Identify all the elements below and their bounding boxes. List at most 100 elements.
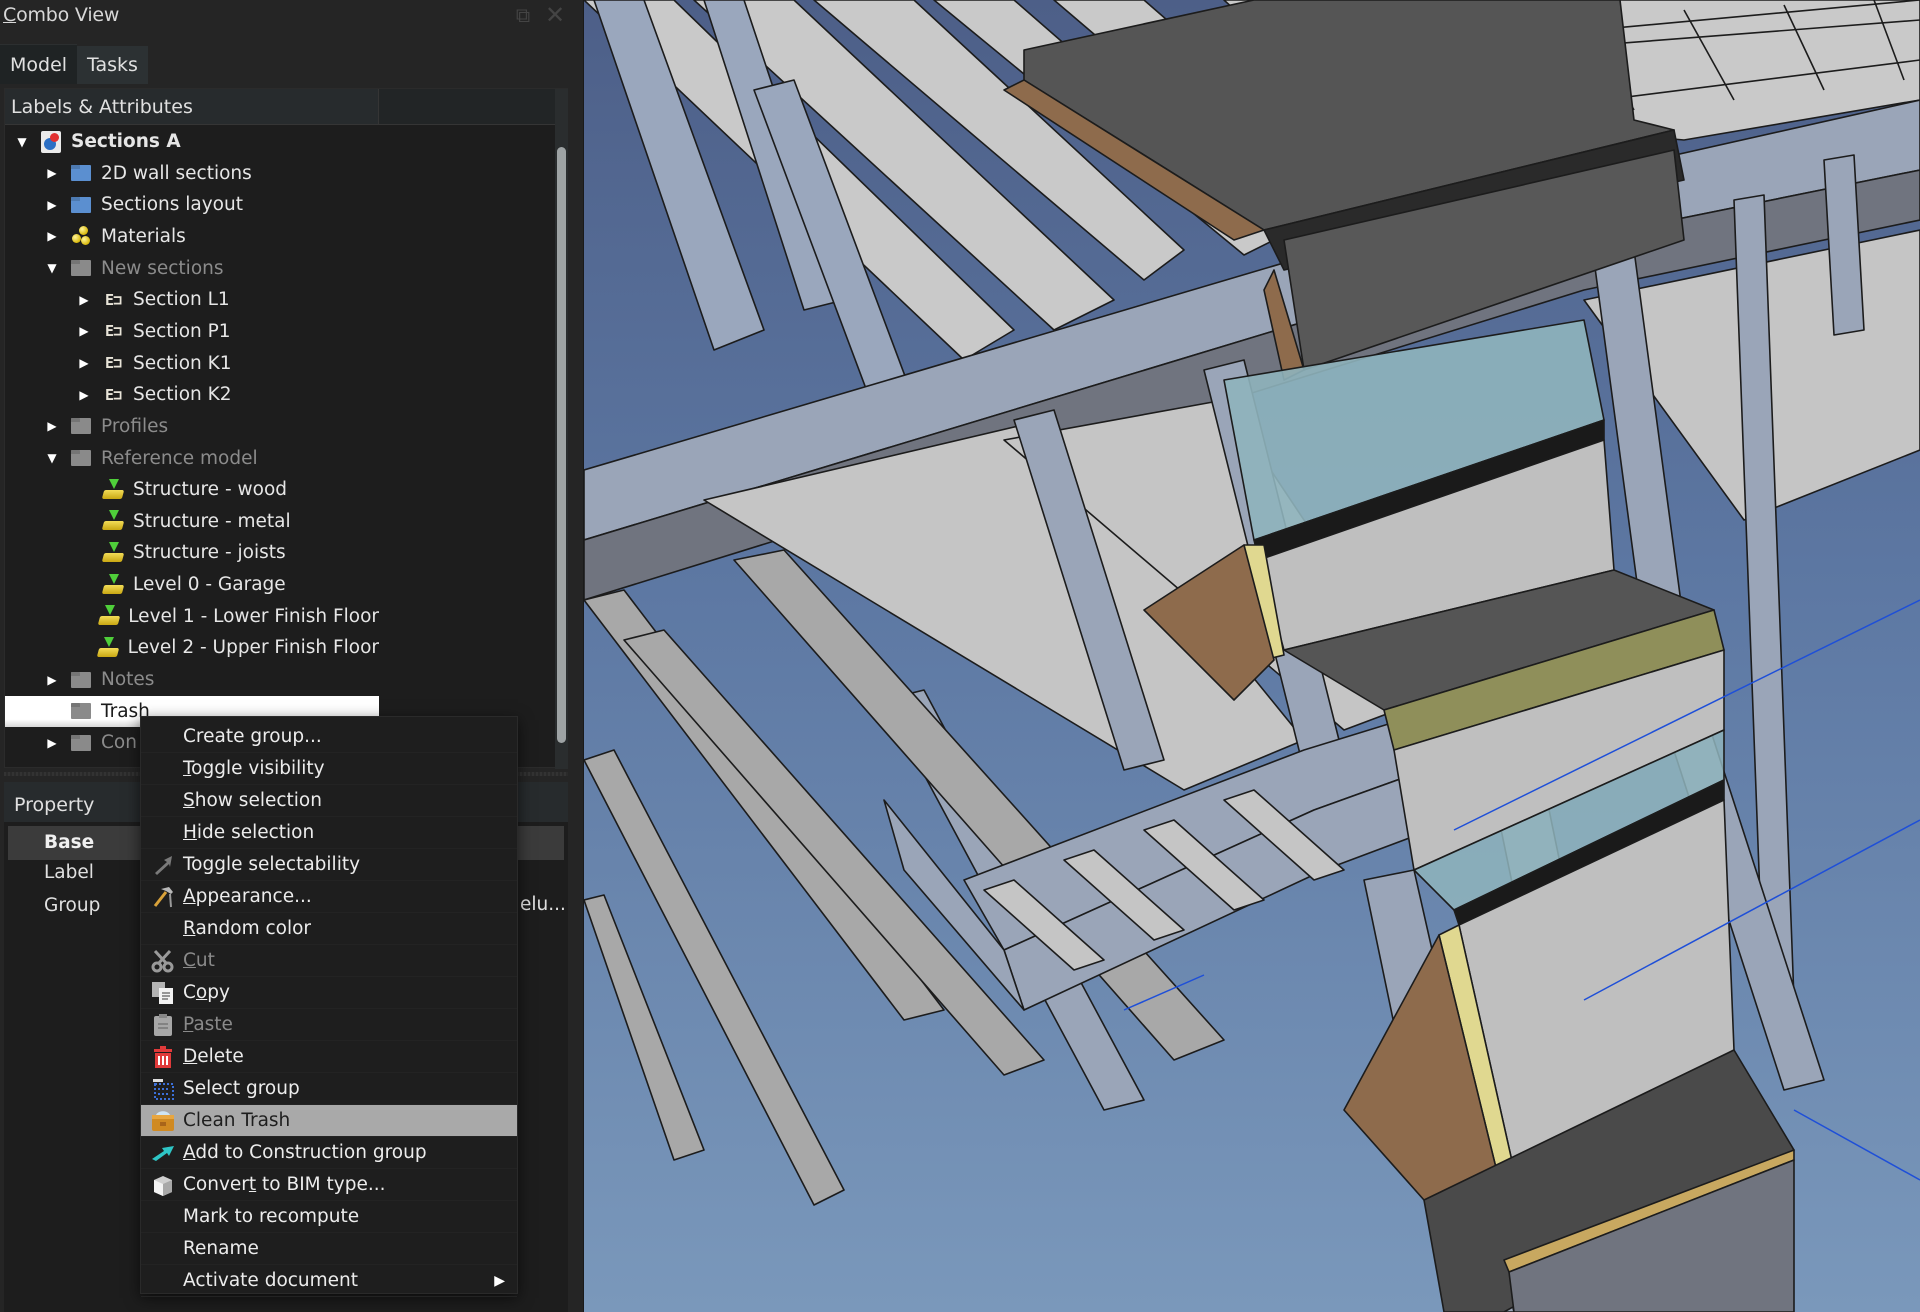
menu-item-hide-selection[interactable]: Hide selection: [141, 817, 517, 849]
tree-item[interactable]: ▶ Materials: [5, 221, 379, 252]
menu-item-appearance[interactable]: Appearance...: [141, 881, 517, 913]
tree-item[interactable]: ▶ Notes: [5, 664, 379, 695]
menu-item-label: Select group: [183, 1078, 300, 1099]
folder-shape: [71, 671, 91, 688]
menu-item-label: Convert to BIM type...: [183, 1174, 386, 1195]
folder-gray-icon: [69, 256, 93, 280]
tree-column-header[interactable]: Labels & Attributes: [5, 89, 379, 125]
menu-item-random-color[interactable]: Random color: [141, 913, 517, 945]
menu-icon-placeholder: [143, 785, 183, 817]
folder-blue-icon: [69, 161, 93, 185]
menu-item-toggle-selectability[interactable]: Toggle selectability: [141, 849, 517, 881]
menu-item-label: Toggle selectability: [183, 854, 361, 875]
3d-viewport[interactable]: [584, 0, 1920, 1312]
menu-item-cut[interactable]: Cut: [141, 945, 517, 977]
section-plane-icon: E⊐: [101, 351, 125, 375]
menu-item-create-group[interactable]: Create group...: [141, 721, 517, 753]
folder-shape: [71, 260, 91, 277]
expand-down-arrow-icon[interactable]: ▼: [45, 451, 59, 465]
menu-item-clean-trash[interactable]: Clean Trash: [141, 1105, 517, 1137]
tree-item[interactable]: ▶ E⊐ Section L1: [5, 284, 379, 315]
menu-item-select-group[interactable]: Select group: [141, 1073, 517, 1105]
tree-item[interactable]: ▼ New sections: [5, 253, 379, 284]
tree-item-label: Level 1 - Lower Finish Floor: [128, 605, 379, 627]
tree-item-label: 2D wall sections: [101, 162, 252, 184]
selectability-arrow-icon: [143, 849, 183, 881]
property-row-group[interactable]: Group: [44, 895, 100, 916]
property-row-label[interactable]: Label: [44, 862, 94, 883]
menu-item-label: Delete: [183, 1046, 244, 1067]
folder-shape: [71, 450, 91, 466]
expand-right-arrow-icon[interactable]: ▶: [45, 736, 59, 750]
context-menu: Create group... Toggle visibility Show sel…: [140, 716, 518, 1297]
menu-item-convert-to-bim-type[interactable]: Convert to BIM type...: [141, 1169, 517, 1201]
section-plane-icon: E⊐: [101, 288, 125, 312]
menu-item-toggle-visibility[interactable]: Toggle visibility: [141, 753, 517, 785]
combo-view-title: Combo View: [3, 4, 120, 26]
tree-item[interactable]: ▶ Sections layout: [5, 189, 379, 220]
float-panel-icon[interactable]: ⧉: [512, 4, 534, 26]
tree-item[interactable]: ▼ Reference model: [5, 443, 379, 474]
menu-item-copy[interactable]: Copy: [141, 977, 517, 1009]
tree-item-label: Profiles: [101, 415, 169, 437]
menu-icon-placeholder: [143, 721, 183, 753]
menu-item-add-to-construction-group[interactable]: Add to Construction group: [141, 1137, 517, 1169]
select-group-icon: [143, 1073, 183, 1105]
property-value-group[interactable]: elu...: [520, 894, 566, 915]
construction-arrow-icon: [143, 1137, 183, 1169]
tree-item-label: Notes: [101, 669, 155, 691]
tree-item-label: Level 0 - Garage: [133, 574, 286, 596]
tree-item[interactable]: ▶ 2D wall sections: [5, 158, 379, 189]
hammer-icon: [143, 881, 183, 913]
tree-item[interactable]: Structure - metal: [5, 506, 379, 537]
folder-shape: [71, 196, 91, 213]
close-panel-icon[interactable]: ✕: [544, 3, 566, 27]
expand-right-arrow-icon[interactable]: ▶: [45, 198, 59, 212]
menu-item-label: Show selection: [183, 790, 322, 811]
menu-item-paste[interactable]: Paste: [141, 1009, 517, 1041]
folder-shape: [71, 703, 91, 720]
tree-item[interactable]: Level 0 - Garage: [5, 569, 379, 600]
expand-right-arrow-icon[interactable]: ▶: [45, 419, 59, 433]
tree-scrollbar[interactable]: [555, 89, 568, 769]
expand-right-arrow-icon[interactable]: ▶: [45, 673, 59, 687]
menu-item-rename[interactable]: Rename: [141, 1233, 517, 1265]
document-glyph: [41, 130, 61, 153]
document-icon: [39, 130, 63, 154]
3d-model-render: [584, 0, 1920, 1312]
menu-item-label: Add to Construction group: [183, 1142, 427, 1163]
expand-right-arrow-icon[interactable]: ▶: [77, 324, 91, 338]
expand-right-arrow-icon[interactable]: ▶: [77, 293, 91, 307]
menu-item-activate-document[interactable]: Activate document ▶: [141, 1265, 517, 1297]
bim-level-icon: [97, 604, 120, 628]
tab-tasks[interactable]: Tasks: [77, 46, 148, 84]
expand-right-arrow-icon[interactable]: ▶: [45, 229, 59, 243]
menu-item-mark-to-recompute[interactable]: Mark to recompute: [141, 1201, 517, 1233]
tree-item[interactable]: ▶ E⊐ Section K2: [5, 379, 379, 410]
expand-right-arrow-icon[interactable]: ▶: [45, 166, 59, 180]
tree-arrow-placeholder: [45, 704, 59, 718]
expand-right-arrow-icon[interactable]: ▶: [77, 388, 91, 402]
tab-model[interactable]: Model: [0, 44, 78, 84]
tree-item[interactable]: Structure - wood: [5, 474, 379, 505]
tree-item[interactable]: Structure - joists: [5, 537, 379, 568]
expand-down-arrow-icon[interactable]: ▼: [15, 135, 29, 149]
expand-down-arrow-icon[interactable]: ▼: [45, 261, 59, 275]
menu-item-delete[interactable]: Delete: [141, 1041, 517, 1073]
tree-item[interactable]: ▶ E⊐ Section K1: [5, 348, 379, 379]
tree-item[interactable]: Level 1 - Lower Finish Floor: [5, 601, 379, 632]
menu-item-show-selection[interactable]: Show selection: [141, 785, 517, 817]
tree-item[interactable]: ▶ Profiles: [5, 411, 379, 442]
tree-item[interactable]: ▶ E⊐ Section P1: [5, 316, 379, 347]
folder-shape: [71, 418, 91, 435]
menu-item-label: Toggle visibility: [183, 758, 325, 779]
tree-item[interactable]: Level 2 - Upper Finish Floor: [5, 632, 379, 663]
menu-icon-placeholder: [143, 817, 183, 849]
tree-scrollbar-thumb[interactable]: [557, 147, 566, 743]
bim-level-icon: [101, 509, 125, 533]
bim-level-icon: [101, 573, 125, 597]
folder-gray-icon: [69, 699, 93, 723]
tree-item-label: Reference model: [101, 447, 258, 469]
tree-item[interactable]: ▼ Sections A: [5, 126, 379, 157]
expand-right-arrow-icon[interactable]: ▶: [77, 356, 91, 370]
